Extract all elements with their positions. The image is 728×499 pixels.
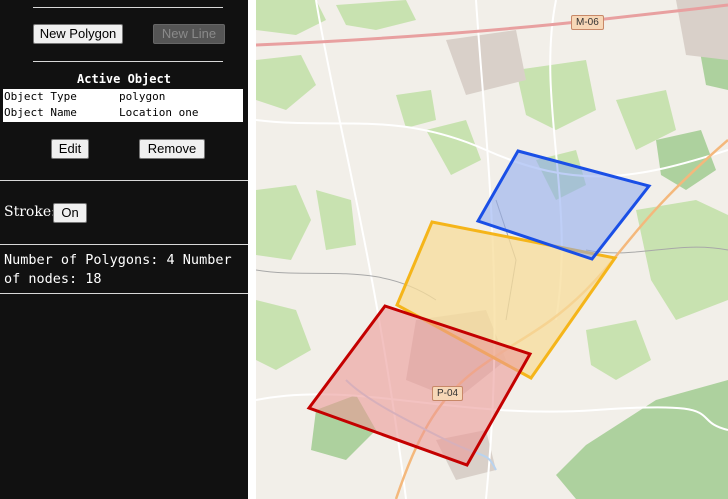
object-name-key: Object Name: [4, 106, 77, 119]
divider: [0, 293, 248, 294]
object-name-value: Location one: [119, 106, 199, 119]
divider: [33, 7, 223, 8]
stroke-label: Stroke:: [4, 204, 56, 220]
sidebar: New Polygon New Line Active Object Objec…: [0, 0, 248, 499]
road-label-p04: P-04: [432, 386, 464, 401]
remove-button[interactable]: Remove: [139, 139, 205, 159]
stats-line-2: of nodes: 18: [4, 271, 102, 287]
active-object-table: Object Type polygon Object Name Location…: [3, 89, 243, 122]
divider: [0, 180, 248, 181]
object-type-value: polygon: [119, 90, 166, 103]
divider: [0, 244, 248, 245]
separator: [248, 0, 256, 499]
object-type-key: Object Type: [4, 90, 77, 103]
new-polygon-button[interactable]: New Polygon: [33, 24, 123, 44]
map-view[interactable]: M-06 P-04: [256, 0, 728, 499]
road-label-m06: M-06: [571, 15, 604, 30]
stats-text: Number of Polygons: 4 Number of nodes: 1…: [4, 251, 248, 291]
map-canvas[interactable]: [256, 0, 728, 499]
new-line-button[interactable]: New Line: [153, 24, 225, 44]
active-object-title: Active Object: [77, 72, 171, 86]
stroke-toggle-button[interactable]: On: [53, 203, 87, 223]
divider: [33, 61, 223, 62]
edit-button[interactable]: Edit: [51, 139, 89, 159]
stats-line-1: Number of Polygons: 4 Number: [4, 252, 232, 268]
